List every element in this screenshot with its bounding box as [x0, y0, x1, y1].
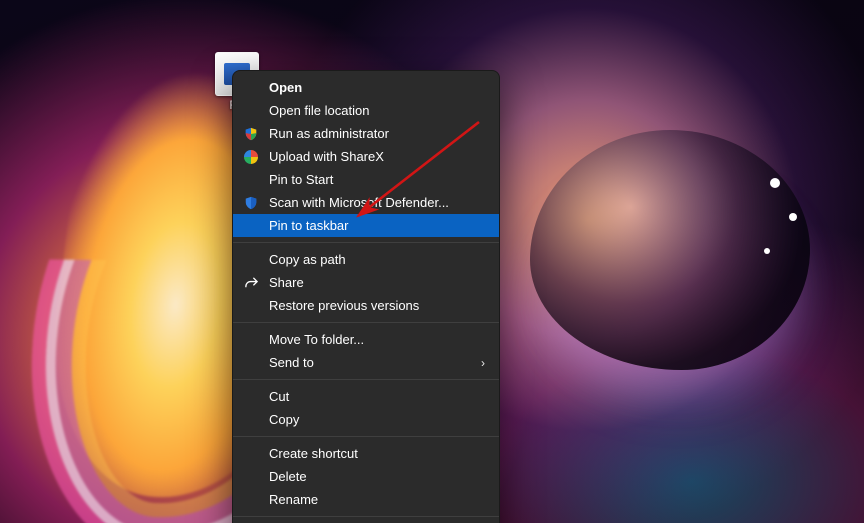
uac-shield-icon	[241, 127, 261, 141]
menu-item-cut[interactable]: Cut	[233, 385, 499, 408]
context-menu: Open Open file location Run as administrat…	[232, 70, 500, 523]
chevron-right-icon: ›	[473, 356, 485, 370]
menu-separator	[233, 516, 499, 517]
menu-item-delete[interactable]: Delete	[233, 465, 499, 488]
menu-item-label: Restore previous versions	[269, 298, 485, 313]
menu-item-label: Copy as path	[269, 252, 485, 267]
menu-item-label: Create shortcut	[269, 446, 485, 461]
menu-item-label: Open file location	[269, 103, 485, 118]
menu-item-restore-versions[interactable]: Restore previous versions	[233, 294, 499, 317]
menu-item-label: Share	[269, 275, 485, 290]
menu-item-open[interactable]: Open	[233, 76, 499, 99]
menu-item-create-shortcut[interactable]: Create shortcut	[233, 442, 499, 465]
menu-separator	[233, 436, 499, 437]
menu-item-label: Scan with Microsoft Defender...	[269, 195, 485, 210]
menu-item-label: Delete	[269, 469, 485, 484]
menu-item-open-file-location[interactable]: Open file location	[233, 99, 499, 122]
menu-separator	[233, 379, 499, 380]
menu-item-label: Run as administrator	[269, 126, 485, 141]
menu-item-label: Pin to Start	[269, 172, 485, 187]
menu-item-label: Cut	[269, 389, 485, 404]
menu-item-upload-sharex[interactable]: Upload with ShareX	[233, 145, 499, 168]
menu-item-label: Send to	[269, 355, 473, 370]
menu-item-copy[interactable]: Copy	[233, 408, 499, 431]
menu-item-label: Move To folder...	[269, 332, 485, 347]
menu-item-label: Upload with ShareX	[269, 149, 485, 164]
menu-item-label: Open	[269, 80, 485, 95]
menu-item-run-as-admin[interactable]: Run as administrator	[233, 122, 499, 145]
menu-item-rename[interactable]: Rename	[233, 488, 499, 511]
menu-item-move-to-folder[interactable]: Move To folder...	[233, 328, 499, 351]
menu-item-label: Rename	[269, 492, 485, 507]
menu-item-copy-as-path[interactable]: Copy as path	[233, 248, 499, 271]
menu-item-pin-to-start[interactable]: Pin to Start	[233, 168, 499, 191]
menu-item-label: Pin to taskbar	[269, 218, 485, 233]
defender-shield-icon	[241, 196, 261, 210]
sharex-icon	[241, 150, 261, 164]
menu-item-scan-defender[interactable]: Scan with Microsoft Defender...	[233, 191, 499, 214]
menu-item-share[interactable]: Share	[233, 271, 499, 294]
share-icon	[241, 275, 261, 290]
menu-item-label: Copy	[269, 412, 485, 427]
wallpaper-bubble	[530, 130, 810, 370]
menu-separator	[233, 322, 499, 323]
menu-separator	[233, 242, 499, 243]
menu-item-send-to[interactable]: Send to›	[233, 351, 499, 374]
menu-item-pin-to-taskbar[interactable]: Pin to taskbar	[233, 214, 499, 237]
